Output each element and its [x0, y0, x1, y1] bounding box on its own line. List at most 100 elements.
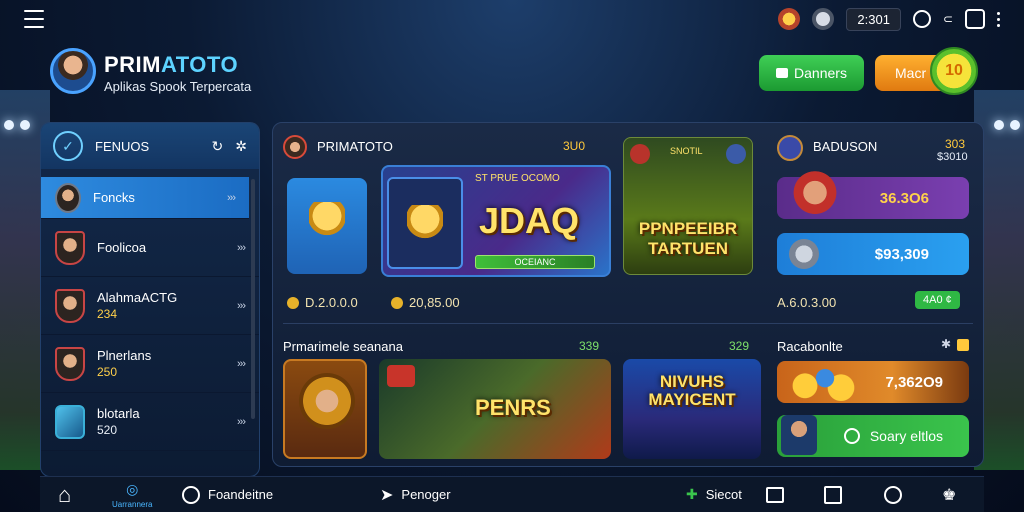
home-icon: ⌂ [58, 481, 72, 507]
coin-stack-icon [789, 239, 819, 269]
coin-balance-1: D.2.0.0.0 [287, 295, 358, 310]
brand-avatar [50, 48, 96, 94]
game-logo-text: JDAQ [479, 200, 580, 241]
camera-icon [776, 68, 789, 78]
window-icon [824, 485, 842, 504]
trophy-icon [309, 202, 345, 242]
featured-title: PRIMATOTO [317, 139, 393, 154]
brand-avatar-small [283, 135, 307, 159]
nav-window[interactable] [824, 485, 842, 504]
shield-icon [55, 346, 85, 381]
player-avatar [781, 415, 817, 455]
menu-icon[interactable] [24, 10, 44, 28]
featured-value: 3U0 [563, 139, 586, 153]
clock-icon[interactable] [912, 10, 931, 28]
chevron-right-icon: ››› [237, 299, 246, 312]
game-progress-bar: OCEIANC [475, 255, 595, 269]
sidebar-item-label: AlahmaACTG 234 [97, 289, 178, 321]
player-avatar [55, 182, 81, 213]
coin-icon [391, 296, 403, 309]
game-card-tarteun[interactable]: SNOTIL PPNPEEIBR TARTUEN [623, 137, 753, 275]
play-icon [843, 428, 860, 444]
stadium-lights-left [4, 120, 30, 130]
right-tag[interactable]: 4A0 ¢ [915, 291, 960, 309]
game-logo-text: NIVUHS [659, 372, 725, 391]
game-card-jdaq[interactable]: ST PRUE OCOMO JDAQ OCEIANC [381, 165, 611, 277]
chevron-right-icon: ››› [227, 191, 236, 204]
game-card-mayicent[interactable]: NIVUHS MAYICENT [623, 359, 761, 459]
right-total: A.6.0.3.00 [777, 295, 837, 310]
right-top-value2: $3010 [937, 151, 968, 163]
game-logo-text: MAYICENT [648, 390, 736, 409]
club-badge-icon [387, 365, 415, 387]
sidebar-title: FENUOS [95, 138, 150, 154]
game-logo-text: PPNPEEIBR [638, 219, 738, 238]
section-divider [283, 323, 973, 324]
shield-icon [55, 230, 85, 265]
app-subtitle: Aplikas Spook Terpercata [104, 79, 252, 94]
coin-icon[interactable] [778, 8, 801, 30]
sidebar-item-0[interactable]: Foncks ››› [41, 177, 249, 219]
trophy-card[interactable] [287, 178, 367, 274]
check-logo-icon: ✓ [53, 131, 83, 161]
medal-icon [299, 373, 355, 429]
game-card-medal[interactable] [283, 359, 367, 459]
chevron-right-icon: ››› [237, 415, 246, 428]
sidebar-scrollbar[interactable] [251, 179, 255, 419]
coin-balance-2: 20,85.00 [391, 295, 460, 310]
sidebar-item-3[interactable]: Plnerlans 250 ››› [41, 335, 259, 393]
stadium-lights-right [994, 120, 1020, 130]
sidebar-item-label: Plnerlans 250 [97, 347, 152, 379]
chart-icon [766, 486, 784, 503]
club-badge-icon [630, 144, 650, 164]
gift-icon[interactable] [957, 339, 969, 351]
nav-search[interactable] [884, 485, 902, 504]
macr-button-label: Macr [895, 65, 927, 81]
chevron-right-icon: ››› [237, 357, 246, 370]
send-icon: ➤ [380, 486, 394, 504]
game-logo-text: PENRS [475, 395, 551, 420]
puzzle-icon: ✚ [686, 486, 698, 502]
club-badge-icon [726, 144, 746, 164]
sidebar-item-2[interactable]: AlahmaACTG 234 ››› [41, 277, 259, 335]
game-tag: SNOTIL [670, 146, 703, 156]
danners-button[interactable]: Danners [759, 55, 864, 91]
sidebar-item-label: blotarla 520 [97, 405, 140, 437]
shield-icon [55, 404, 85, 439]
settings-icon[interactable] [812, 8, 835, 30]
nav-active[interactable]: ◎ Uarrannera [112, 481, 152, 509]
app-title: PRIMATOTO [104, 52, 239, 77]
bottom-nav: ⌂ ◎ Uarrannera Foandeitne ➤ Penoger ✚ Siec… [40, 476, 984, 512]
trophy-thumb [387, 177, 463, 269]
right-top-value: 303 [945, 137, 966, 151]
trophy-icon [407, 205, 443, 245]
nav-foandeitne[interactable]: Foandeitne [182, 485, 273, 504]
wifi-icon: ⊂ [942, 12, 953, 26]
history-icon [182, 485, 200, 504]
sidebar-item-4[interactable]: blotarla 520 ››› [41, 393, 259, 451]
right-bottom-title: Racabonlte [777, 339, 843, 354]
right-top-title: BADUSON [813, 139, 878, 154]
lower-title: Prmarimele seanana [283, 339, 403, 354]
danners-button-label: Danners [794, 65, 847, 81]
sidebar-item-1[interactable]: Foolicoa ››› [41, 219, 259, 277]
player-character-icon [787, 171, 843, 219]
gift-icon[interactable] [965, 9, 985, 29]
settings-icon[interactable]: ✲ [235, 138, 247, 155]
game-card-penrs[interactable]: PENRS [379, 359, 611, 459]
nav-home[interactable]: ⌂ [58, 482, 71, 508]
more-icon[interactable] [997, 11, 1000, 27]
nav-penoger[interactable]: ➤ Penoger [380, 485, 451, 505]
sidebar-item-label: Foolicoa [97, 239, 147, 255]
level-badge[interactable]: 10 [930, 47, 978, 95]
compass-icon: ◎ [126, 480, 139, 497]
nav-user[interactable]: ♚ [942, 485, 956, 505]
top-status-bar: 2:301 ⊂ [778, 7, 1000, 31]
nav-siecot[interactable]: ✚ Siecot [686, 486, 742, 503]
main-panel: PRIMATOTO 3U0 ST PRUE OCOMO JDAQ OCEIANC… [272, 122, 984, 467]
refresh-icon[interactable]: ↻ [212, 138, 224, 155]
nav-chart[interactable] [766, 486, 784, 503]
bluetooth-icon: ✱ [941, 337, 952, 351]
time-display: 2:301 [846, 7, 901, 31]
shield-icon [55, 288, 85, 323]
